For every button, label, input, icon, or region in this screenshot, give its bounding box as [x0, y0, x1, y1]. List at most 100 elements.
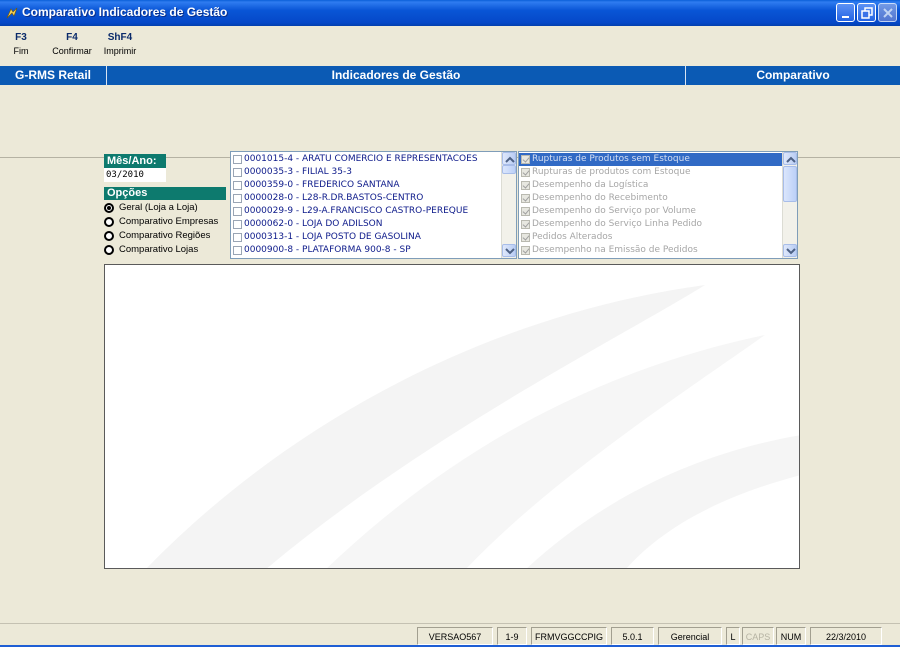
chevron-down-icon — [786, 248, 796, 255]
checkbox-checked-icon[interactable] — [521, 168, 530, 177]
mode-title: Comparativo — [756, 68, 830, 82]
list-item[interactable]: 0000313-1 - LOJA POSTO DE GASOLINA — [231, 231, 501, 244]
checkbox-icon[interactable] — [233, 194, 242, 203]
indicator-label: Pedidos Alterados — [532, 232, 613, 242]
indicator-label: Rupturas de Produtos sem Estoque — [532, 154, 690, 164]
list-item[interactable]: 0000359-0 - FREDERICO SANTANA — [231, 179, 501, 192]
radio-icon — [104, 245, 114, 255]
confirmar-button[interactable]: F4 Confirmar — [50, 32, 94, 56]
radio-selected-icon — [104, 203, 114, 213]
minimize-icon — [842, 16, 849, 18]
fim-key: F3 — [15, 32, 27, 43]
app-icon — [6, 7, 18, 19]
indicator-label: Desempenho do Serviço por Volume — [532, 206, 696, 216]
store-label: 0000900-8 - PLATAFORMA 900-8 - SP — [244, 245, 411, 255]
header-bar: G-RMS Retail Indicadores de Gestão Compa… — [0, 66, 900, 85]
scroll-thumb[interactable] — [783, 166, 797, 202]
status-build: 5.0.1 — [611, 627, 654, 645]
list-item[interactable]: 0001015-4 - ARATU COMERCIO E REPRESENTAC… — [231, 153, 501, 166]
imprimir-label: Imprimir — [103, 46, 137, 56]
store-label: 0000062-0 - LOJA DO ADILSON — [244, 219, 383, 229]
checkbox-checked-icon[interactable] — [521, 233, 530, 242]
checkbox-checked-icon[interactable] — [521, 207, 530, 216]
store-list[interactable]: 0001015-4 - ARATU COMERCIO E REPRESENTAC… — [230, 151, 517, 259]
checkbox-icon[interactable] — [233, 233, 242, 242]
window-title: Comparativo Indicadores de Gestão — [22, 5, 228, 19]
function-key-toolbar: F3 Fim F4 Confirmar ShF4 Imprimir — [0, 26, 900, 66]
store-label: 0001015-4 - ARATU COMERCIO E REPRESENTAC… — [244, 154, 478, 164]
checkbox-icon[interactable] — [233, 155, 242, 164]
option-label: Comparativo Lojas — [119, 244, 199, 255]
result-area — [104, 264, 800, 569]
checkbox-checked-icon[interactable] — [521, 155, 530, 164]
maximize-icon — [861, 7, 873, 19]
checkbox-icon[interactable] — [233, 168, 242, 177]
status-num: NUM — [776, 627, 806, 645]
checkbox-icon[interactable] — [233, 246, 242, 255]
checkbox-checked-icon[interactable] — [521, 220, 530, 229]
checkbox-checked-icon[interactable] — [521, 194, 530, 203]
scroll-down-button[interactable] — [502, 244, 516, 257]
maximize-button[interactable] — [857, 3, 876, 22]
store-label: 0000035-3 - FILIAL 35-3 — [244, 167, 352, 177]
status-bar: VERSAO567 1-9 FRMVGGCCPIG 5.0.1 Gerencia… — [0, 623, 900, 647]
scroll-thumb[interactable] — [502, 165, 516, 174]
status-range: 1-9 — [497, 627, 527, 645]
status-form: FRMVGGCCPIG — [531, 627, 607, 645]
indicator-label: Rupturas de produtos com Estoque — [532, 167, 691, 177]
app-name: G-RMS Retail — [14, 68, 91, 82]
list-item[interactable]: 0000029-9 - L29-A.FRANCISCO CASTRO-PEREQ… — [231, 205, 501, 218]
checkbox-icon[interactable] — [233, 207, 242, 216]
store-label: 0000028-0 - L28-R.DR.BASTOS-CENTRO — [244, 193, 424, 203]
status-date: 22/3/2010 — [810, 627, 882, 645]
chevron-up-icon — [505, 156, 515, 163]
store-list-scrollbar[interactable] — [501, 152, 516, 258]
fim-label: Fim — [13, 46, 29, 56]
indicator-label: Desempenho na Emissão de Pedidos — [532, 245, 698, 255]
indicator-list-scrollbar[interactable] — [782, 152, 797, 258]
store-label: 0000359-0 - FREDERICO SANTANA — [244, 180, 400, 190]
close-button[interactable] — [878, 3, 897, 22]
chevron-up-icon — [786, 156, 796, 163]
option-label: Geral (Loja a Loja) — [119, 202, 198, 213]
indicator-label: Desempenho do Serviço Linha Pedido — [532, 219, 703, 229]
opcoes-label: Opções — [104, 187, 226, 200]
indicator-list[interactable]: Rupturas de Produtos sem Estoque Ruptura… — [518, 151, 798, 259]
option-label: Comparativo Regiões — [119, 230, 211, 241]
checkbox-checked-icon[interactable] — [521, 181, 530, 190]
checkbox-checked-icon[interactable] — [521, 246, 530, 255]
status-caps: CAPS — [742, 627, 774, 645]
confirmar-label: Confirmar — [52, 46, 92, 56]
minimize-button[interactable] — [836, 3, 855, 22]
radio-icon — [104, 217, 114, 227]
status-profile: Gerencial — [658, 627, 722, 645]
imprimir-button[interactable]: ShF4 Imprimir — [101, 32, 139, 56]
store-label: 0000313-1 - LOJA POSTO DE GASOLINA — [244, 232, 421, 242]
list-item[interactable]: 0000062-0 - LOJA DO ADILSON — [231, 218, 501, 231]
mes-ano-label: Mês/Ano: — [104, 154, 166, 168]
mes-ano-field[interactable]: 03/2010 — [104, 168, 166, 182]
checkbox-icon[interactable] — [233, 220, 242, 229]
status-l: L — [726, 627, 740, 645]
radio-icon — [104, 231, 114, 241]
chevron-down-icon — [505, 248, 515, 255]
indicator-label: Desempenho da Logística — [532, 180, 649, 190]
imprimir-key: ShF4 — [107, 32, 133, 43]
module-title: Indicadores de Gestão — [331, 68, 461, 82]
list-item[interactable]: 0000900-8 - PLATAFORMA 900-8 - SP — [231, 244, 501, 257]
title-bar: Comparativo Indicadores de Gestão — [0, 0, 900, 26]
scroll-up-button[interactable] — [783, 152, 797, 165]
indicator-label: Desempenho do Recebimento — [532, 193, 668, 203]
close-icon — [883, 8, 893, 18]
fim-button[interactable]: F3 Fim — [8, 32, 34, 56]
scroll-down-button[interactable] — [783, 244, 797, 257]
list-item[interactable]: 0000028-0 - L28-R.DR.BASTOS-CENTRO — [231, 192, 501, 205]
scroll-up-button[interactable] — [502, 152, 516, 165]
watermark-swoosh-icon — [146, 285, 799, 568]
option-label: Comparativo Empresas — [119, 216, 219, 227]
status-version: VERSAO567 — [417, 627, 493, 645]
checkbox-icon[interactable] — [233, 181, 242, 190]
list-item[interactable]: Rupturas de Produtos sem Estoque — [519, 153, 783, 166]
confirmar-key: F4 — [66, 32, 78, 43]
list-item[interactable]: 0000035-3 - FILIAL 35-3 — [231, 166, 501, 179]
